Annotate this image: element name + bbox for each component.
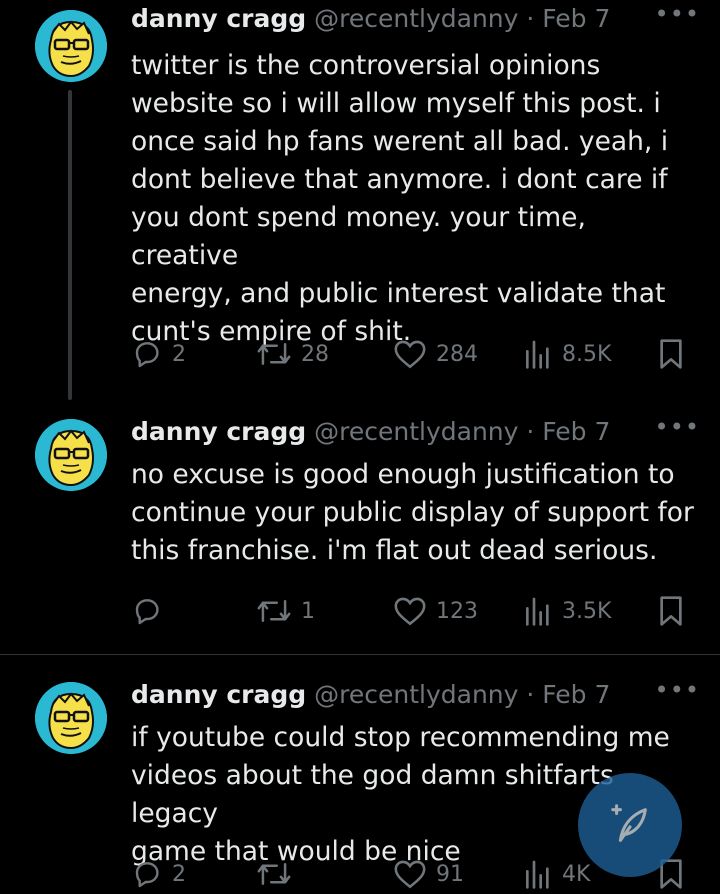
more-options-icon[interactable]: •••: [655, 676, 700, 704]
like-button[interactable]: 91: [393, 854, 464, 894]
repost-icon: [257, 600, 291, 622]
reply-count: 2: [172, 861, 186, 887]
views-bar-chart-icon: [526, 597, 549, 626]
author-name[interactable]: danny cragg: [131, 417, 306, 446]
reply-icon: [135, 342, 159, 368]
views-bar-chart-icon: [526, 340, 549, 369]
heart-icon: [394, 597, 426, 626]
tweet-text-line: if youtube could stop recommending me: [131, 722, 670, 753]
views-button[interactable]: 8.5K: [523, 334, 611, 374]
avatar[interactable]: [35, 419, 107, 491]
author-handle[interactable]: @recentlydanny: [314, 4, 518, 33]
tweet-text-line: dont believe that anymore. i dont care i…: [131, 164, 668, 195]
separator: ·: [526, 4, 535, 33]
like-count: 91: [436, 861, 464, 887]
author-handle[interactable]: @recentlydanny: [314, 417, 518, 446]
reply-icon: [135, 862, 159, 888]
bookmark-button[interactable]: [658, 334, 684, 374]
heart-icon: [394, 860, 426, 889]
repost-button[interactable]: 1: [256, 591, 315, 631]
reply-icon: [135, 599, 159, 625]
bookmark-button[interactable]: [658, 591, 684, 631]
views-count: 8.5K: [562, 341, 612, 367]
tweet-2[interactable]: danny cragg @recentlydanny · Feb 7 ••• n…: [0, 413, 720, 653]
tweet-actions: 2 28 284 8.5K: [131, 334, 691, 374]
like-button[interactable]: 284: [393, 334, 478, 374]
views-count: 4K: [562, 861, 591, 887]
more-options-icon[interactable]: •••: [655, 0, 700, 28]
like-count: 123: [436, 598, 478, 624]
repost-icon: [257, 343, 291, 365]
tweet-date[interactable]: Feb 7: [542, 4, 610, 33]
tweet-date[interactable]: Feb 7: [542, 417, 610, 446]
avatar-cartoon-face-icon: [35, 419, 107, 491]
like-button[interactable]: 123: [393, 591, 478, 631]
tweet-text-line: twitter is the controversial opinions: [131, 50, 601, 81]
tweet-text-line: continue your public display of support …: [131, 497, 694, 528]
reply-count: 2: [172, 341, 186, 367]
avatar[interactable]: [35, 10, 107, 82]
tweet-text: no excuse is good enough justification t…: [131, 456, 701, 570]
like-count: 284: [436, 341, 478, 367]
tweet-text-line: you dont spend money. your time, creativ…: [131, 202, 586, 271]
reply-button[interactable]: [131, 591, 172, 631]
author-name[interactable]: danny cragg: [131, 680, 306, 709]
bookmark-icon: [660, 339, 682, 369]
tweet-text-line: energy, and public interest validate tha…: [131, 278, 666, 309]
repost-count: 1: [301, 598, 315, 624]
repost-icon: [257, 863, 291, 885]
tweet-1[interactable]: danny cragg @recentlydanny · Feb 7 ••• t…: [0, 0, 720, 410]
separator: ·: [526, 680, 535, 709]
author-name[interactable]: danny cragg: [131, 4, 306, 33]
reply-button[interactable]: 2: [131, 854, 186, 894]
bookmark-icon: [660, 596, 682, 626]
thread-line: [68, 90, 72, 400]
tweet-header: danny cragg @recentlydanny · Feb 7 •••: [131, 676, 700, 720]
separator: ·: [526, 417, 535, 446]
tweet-text: twitter is the controversial opinions we…: [131, 47, 701, 351]
author-handle[interactable]: @recentlydanny: [314, 680, 518, 709]
tweet-text-line: website so i will allow myself this post…: [131, 88, 661, 119]
repost-count: 28: [301, 341, 329, 367]
tweet-text-line: once said hp fans werent all bad. yeah, …: [131, 126, 669, 157]
reply-button[interactable]: 2: [131, 334, 186, 374]
tweet-header: danny cragg @recentlydanny · Feb 7 •••: [131, 413, 700, 457]
views-button[interactable]: 4K: [523, 854, 590, 894]
heart-icon: [394, 340, 426, 369]
tweet-actions: 1 123 3.5K: [131, 591, 691, 631]
tweet-date[interactable]: Feb 7: [542, 680, 610, 709]
tweet-header: danny cragg @recentlydanny · Feb 7 •••: [131, 0, 700, 44]
repost-button[interactable]: [256, 854, 301, 894]
views-bar-chart-icon: [526, 860, 549, 889]
avatar-cartoon-face-icon: [35, 10, 107, 82]
avatar-cartoon-face-icon: [35, 682, 107, 754]
compose-post-button[interactable]: [578, 773, 682, 877]
views-button[interactable]: 3.5K: [523, 591, 611, 631]
compose-feather-icon: [611, 804, 647, 842]
avatar[interactable]: [35, 682, 107, 754]
more-options-icon[interactable]: •••: [655, 413, 700, 441]
views-count: 3.5K: [562, 598, 612, 624]
tweet-text-line: this franchise. i'm flat out dead seriou…: [131, 535, 658, 566]
repost-button[interactable]: 28: [256, 334, 329, 374]
tweet-text-line: no excuse is good enough justification t…: [131, 459, 675, 490]
tweet-divider: [0, 654, 720, 655]
